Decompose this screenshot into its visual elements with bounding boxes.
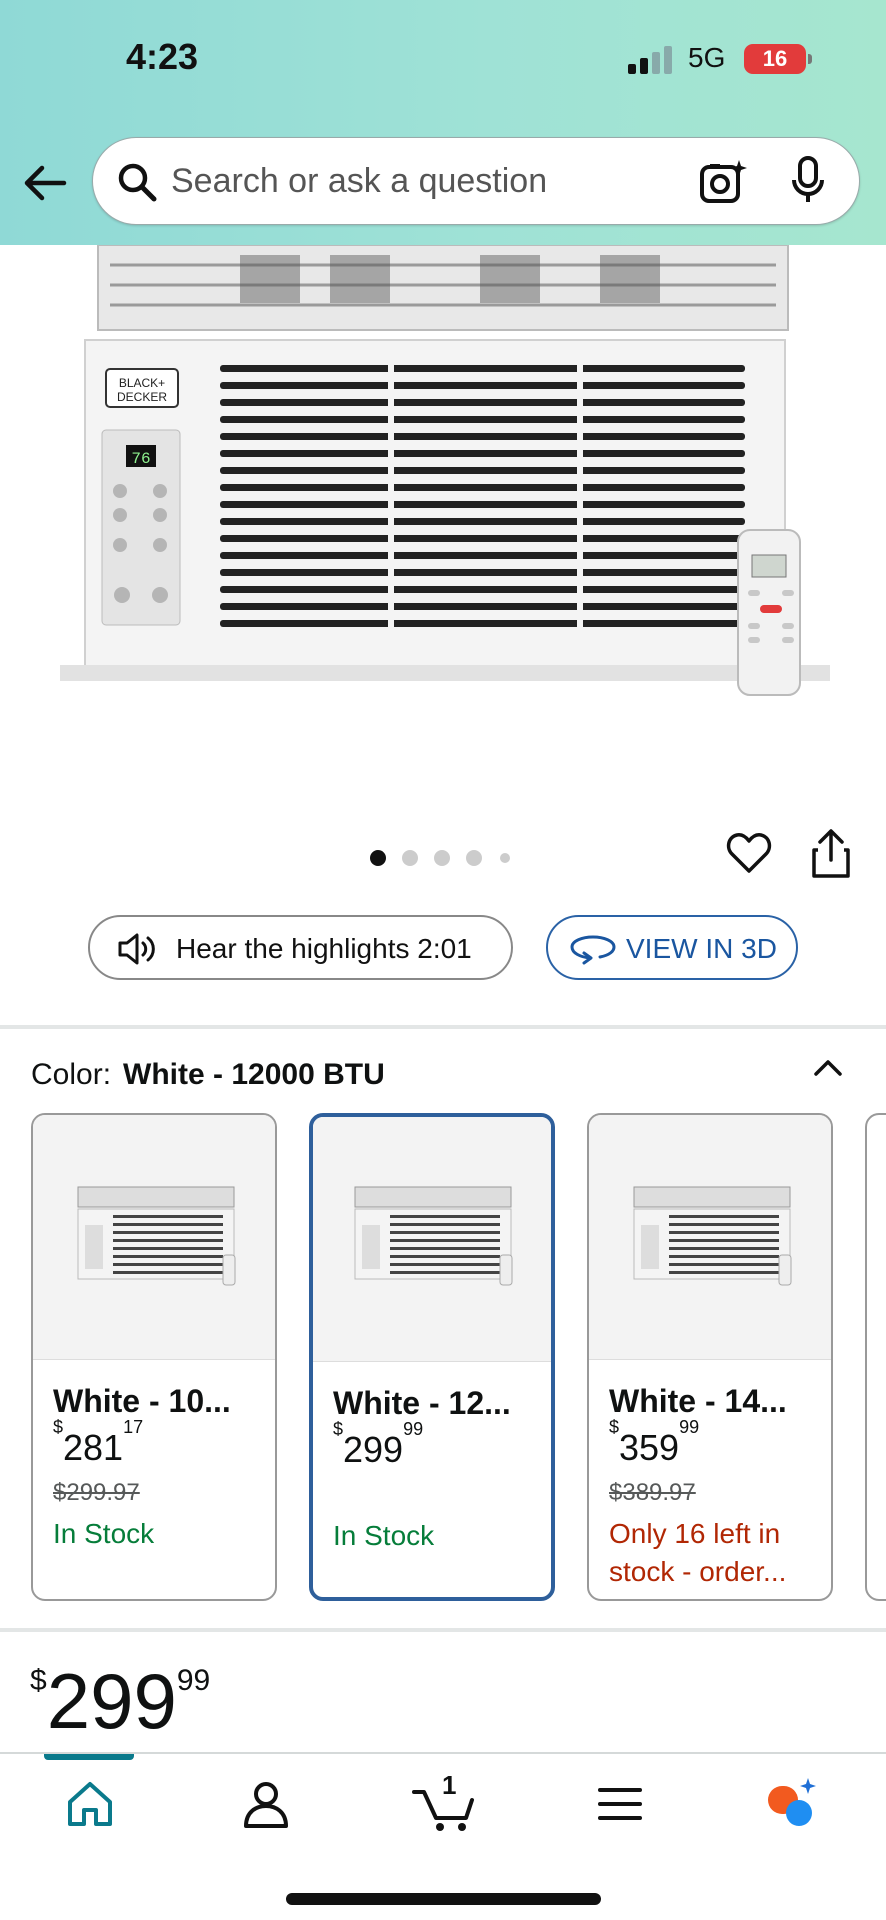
- battery-indicator: 16: [744, 44, 812, 74]
- microphone-icon[interactable]: [791, 156, 825, 206]
- divider: [0, 1628, 886, 1632]
- gallery-dot[interactable]: [500, 853, 510, 863]
- hear-highlights-label: Hear the highlights 2:01: [176, 933, 472, 964]
- search-input[interactable]: [169, 156, 689, 206]
- header: 4:23 5G 16: [0, 0, 886, 245]
- cart-count: 1: [442, 1770, 457, 1800]
- speaker-icon: [118, 933, 155, 965]
- view-in-3d-button[interactable]: VIEW IN 3D: [546, 915, 798, 980]
- chevron-up-icon[interactable]: [810, 1052, 846, 1082]
- network-label: 5G: [688, 42, 726, 73]
- variant-card-12000[interactable]: White - 12... $29999 In Stock: [309, 1113, 555, 1601]
- variant-name: White - 14...: [609, 1383, 787, 1419]
- share-icon[interactable]: [810, 828, 852, 880]
- variant-name: White - 12...: [333, 1385, 511, 1421]
- product-price: $29999: [30, 1657, 211, 1745]
- rotate-3d-icon: [570, 935, 616, 965]
- home-indicator: [286, 1893, 601, 1905]
- cart-button[interactable]: 1: [410, 1770, 480, 1834]
- variant-list-price: $299.97: [53, 1479, 140, 1506]
- assistant-icon[interactable]: [764, 1776, 820, 1832]
- gallery-dot[interactable]: [370, 850, 386, 866]
- variant-card-partial[interactable]: [865, 1113, 886, 1601]
- view-in-3d-label: VIEW IN 3D: [626, 933, 777, 964]
- signal-icon: [628, 46, 672, 74]
- gallery-dot[interactable]: [466, 850, 482, 866]
- color-label: Color:: [31, 1058, 112, 1091]
- hear-highlights-button[interactable]: Hear the highlights 2:01: [88, 915, 513, 980]
- variant-stock-status: In Stock: [333, 1520, 435, 1551]
- variant-price: $29999: [333, 1419, 424, 1470]
- product-image[interactable]: BLACK+ DECKER 76: [0, 245, 886, 805]
- divider: [0, 1025, 886, 1029]
- back-arrow-icon[interactable]: [20, 158, 70, 208]
- account-icon[interactable]: [238, 1776, 294, 1832]
- air-conditioner-image: BLACK+ DECKER 76: [0, 245, 886, 805]
- svg-text:DECKER: DECKER: [117, 390, 167, 404]
- variant-card-14000[interactable]: White - 14... $35999 $389.97 Only 16 lef…: [587, 1113, 833, 1601]
- search-icon: [118, 163, 157, 202]
- variant-stock-status: In Stock: [53, 1518, 155, 1549]
- svg-text:76: 76: [131, 450, 150, 468]
- status-time: 4:23: [126, 36, 199, 77]
- gallery-dot[interactable]: [434, 850, 450, 866]
- camera-lens-icon[interactable]: [699, 158, 747, 206]
- variant-image: [589, 1115, 831, 1360]
- variant-name: White - 10...: [53, 1383, 231, 1419]
- nav-active-indicator: [44, 1754, 134, 1760]
- brand-logo: BLACK+: [119, 376, 165, 390]
- home-icon[interactable]: [62, 1776, 118, 1832]
- menu-icon[interactable]: [592, 1776, 648, 1832]
- heart-icon[interactable]: [726, 830, 772, 876]
- variant-price: $28117: [53, 1417, 144, 1468]
- variant-price: $35999: [609, 1417, 700, 1468]
- variant-list-price: $389.97: [609, 1479, 696, 1506]
- variant-stock-status: Only 16 left in stock - order...: [609, 1518, 787, 1587]
- variant-card-10000[interactable]: White - 10... $28117 $299.97 In Stock: [31, 1113, 277, 1601]
- variant-image: [313, 1117, 551, 1362]
- gallery-dot[interactable]: [402, 850, 418, 866]
- variant-image: [33, 1115, 275, 1360]
- color-selection-label: Color: White - 12000 BTU: [31, 1058, 385, 1092]
- color-value: White - 12000 BTU: [123, 1058, 385, 1091]
- search-bar[interactable]: [92, 137, 860, 225]
